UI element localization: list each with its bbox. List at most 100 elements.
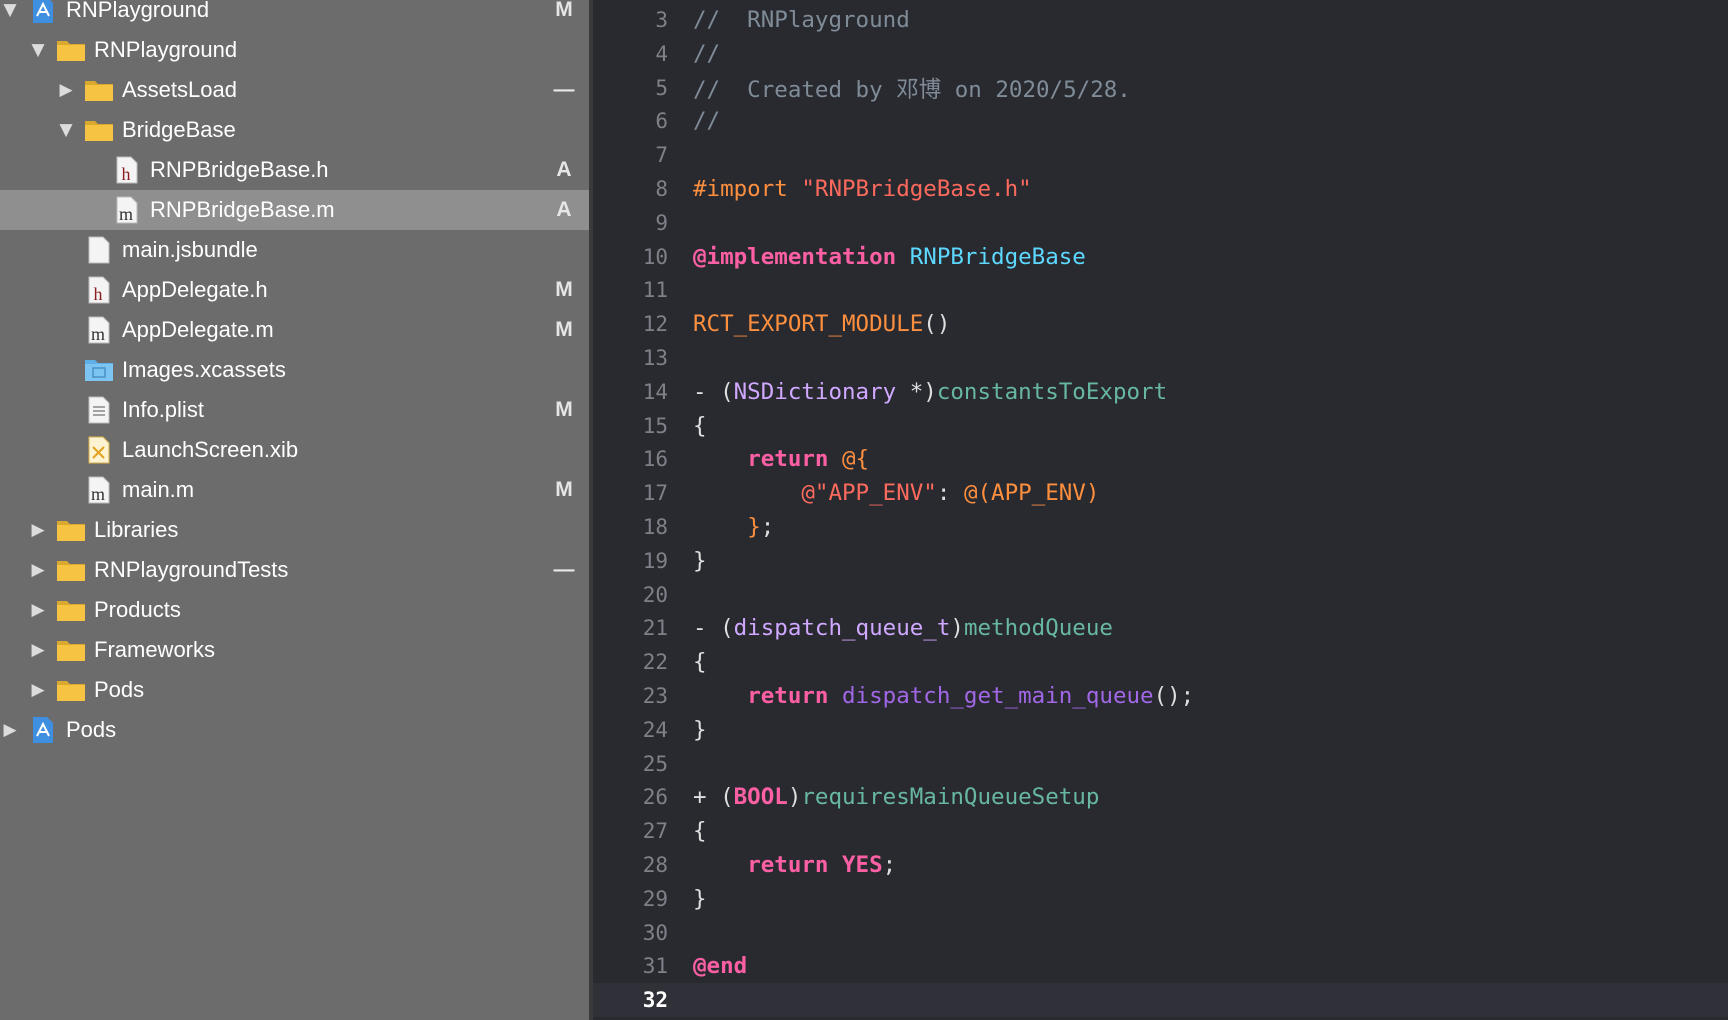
code-line[interactable]: 16 return @{ [593,442,1728,476]
code-token-keyword: YES [842,852,883,878]
folder-icon [56,676,86,704]
code-line[interactable]: 11 [593,273,1728,307]
project-icon [28,716,58,744]
line-number: 31 [642,954,668,979]
code-line[interactable]: 9 [593,206,1728,240]
code-token-string: "RNPBridgeBase.h" [801,176,1032,202]
code-token-comment: // Created by 邓博 on 2020/5/28. [693,76,1131,103]
navigator-item[interactable]: m main.m M [0,470,589,510]
navigator-item[interactable]: ▼ RNPlayground [0,30,589,70]
navigator-item[interactable]: LaunchScreen.xib [0,430,589,470]
code-line[interactable]: 24} [593,713,1728,747]
code-text: } [693,886,707,912]
line-number: 30 [642,920,668,945]
folder-icon [56,36,86,64]
navigator-item[interactable]: ▶ AssetsLoad — [0,70,589,110]
code-line[interactable]: 19} [593,544,1728,578]
code-line[interactable]: 4 // [593,37,1728,71]
line-number: 19 [642,548,668,573]
disclosure-closed-icon[interactable]: ▶ [2,720,18,740]
code-line[interactable]: 10 @implementation RNPBridgeBase [593,240,1728,274]
code-token-plain: { [693,649,707,676]
navigator-item[interactable]: ▶ Pods [0,710,589,750]
code-line[interactable]: 32 [593,983,1728,1018]
disclosure-open-icon[interactable]: ▼ [30,40,46,60]
code-token-sysfunc: dispatch_get_main_queue [842,683,1154,709]
code-line[interactable]: 15 { [593,409,1728,443]
code-text: } [693,548,707,574]
code-line[interactable]: 26 + (BOOL)requiresMainQueueSetup [593,780,1728,814]
folder-icon [56,516,86,544]
navigator-item[interactable]: main.jsbundle [0,230,589,270]
line-number: 12 [642,312,668,337]
disclosure-closed-icon[interactable]: ▶ [30,600,46,620]
code-line[interactable]: 25 [593,747,1728,781]
line-number: 4 [655,41,668,66]
line-number: 24 [642,717,668,742]
disclosure-closed-icon[interactable]: ▶ [30,640,46,660]
disclosure-closed-icon[interactable]: ▶ [58,80,74,100]
disclosure-closed-icon[interactable]: ▶ [30,560,46,580]
code-token-plain: (); [1153,683,1195,709]
code-line[interactable]: 18 }; [593,510,1728,544]
code-text: @end [693,953,747,979]
code-line[interactable]: 3 // RNPlayground [593,3,1728,37]
line-number: 11 [642,278,668,303]
code-line[interactable]: 17 @"APP_ENV": @(APP_ENV) [593,476,1728,510]
code-line[interactable]: 6 // [593,104,1728,138]
code-token-macro: @{ [842,446,870,473]
code-line[interactable]: 7 [593,138,1728,172]
code-token-plain: { [693,818,707,845]
code-text: { [693,649,707,675]
disclosure-closed-icon[interactable]: ▶ [30,520,46,540]
line-number: 3 [655,8,668,32]
source-control-status: — [553,558,575,581]
code-line[interactable]: 12 RCT_EXPORT_MODULE() [593,307,1728,341]
code-line[interactable]: 31 @end [593,949,1728,983]
navigator-item[interactable]: ▼ RNPlayground M [0,0,589,30]
navigator-item-label: Pods [66,717,117,742]
navigator-item[interactable]: ▼ BridgeBase [0,110,589,150]
navigator-item[interactable]: h AppDelegate.h M [0,270,589,310]
disclosure-closed-icon[interactable]: ▶ [30,680,46,700]
navigator-item[interactable]: ▶ Products [0,590,589,630]
code-line[interactable]: 29} [593,882,1728,916]
disclosure-open-icon[interactable]: ▼ [2,0,18,20]
code-token-plain: ; [882,852,897,878]
navigator-item-label: Products [94,597,181,622]
code-line[interactable]: 21 - (dispatch_queue_t)methodQueue [593,611,1728,645]
navigator-item[interactable]: Info.plist M [0,390,589,430]
navigator-item[interactable]: m AppDelegate.m M [0,310,589,350]
asset-catalog-icon [84,356,114,384]
navigator-item[interactable]: ▶ Frameworks [0,630,589,670]
navigator-item[interactable]: Images.xcassets [0,350,589,390]
line-number: 15 [642,413,668,438]
code-token-macro: } [747,514,761,540]
code-line[interactable]: 13 [593,341,1728,375]
line-number: 7 [655,143,668,168]
code-line[interactable]: 23 return dispatch_get_main_queue(); [593,679,1728,713]
code-token-keyword: return [747,683,829,709]
navigator-item[interactable]: ▶ Pods [0,670,589,710]
code-text: }; [693,514,774,540]
code-text: return YES; [693,852,896,878]
navigator-item[interactable]: h RNPBridgeBase.h A [0,150,589,190]
folder-icon [56,596,86,624]
code-line[interactable]: 30 [593,916,1728,950]
disclosure-open-icon[interactable]: ▼ [58,120,74,140]
code-line[interactable]: 8 #import "RNPBridgeBase.h" [593,172,1728,206]
navigator-item-label: RNPlaygroundTests [94,557,289,582]
navigator-item[interactable]: m RNPBridgeBase.m A [0,190,589,230]
code-token-plain: () [923,311,951,338]
code-line[interactable]: 14 - (NSDictionary *)constantsToExport [593,375,1728,409]
code-line[interactable]: 28 return YES; [593,848,1728,882]
navigator-item[interactable]: ▶ RNPlaygroundTests — [0,550,589,590]
code-line[interactable]: 20 [593,578,1728,612]
code-line[interactable]: 27 { [593,814,1728,848]
code-line[interactable]: 5 // Created by 邓博 on 2020/5/28. [593,71,1728,105]
navigator-item[interactable]: ▶ Libraries [0,510,589,550]
code-token-keyword: @end [693,953,748,980]
code-line[interactable]: 22 { [593,645,1728,679]
source-editor[interactable]: 3 // RNPlayground 4 // 5 // Created by 邓博 on … [593,0,1728,1020]
